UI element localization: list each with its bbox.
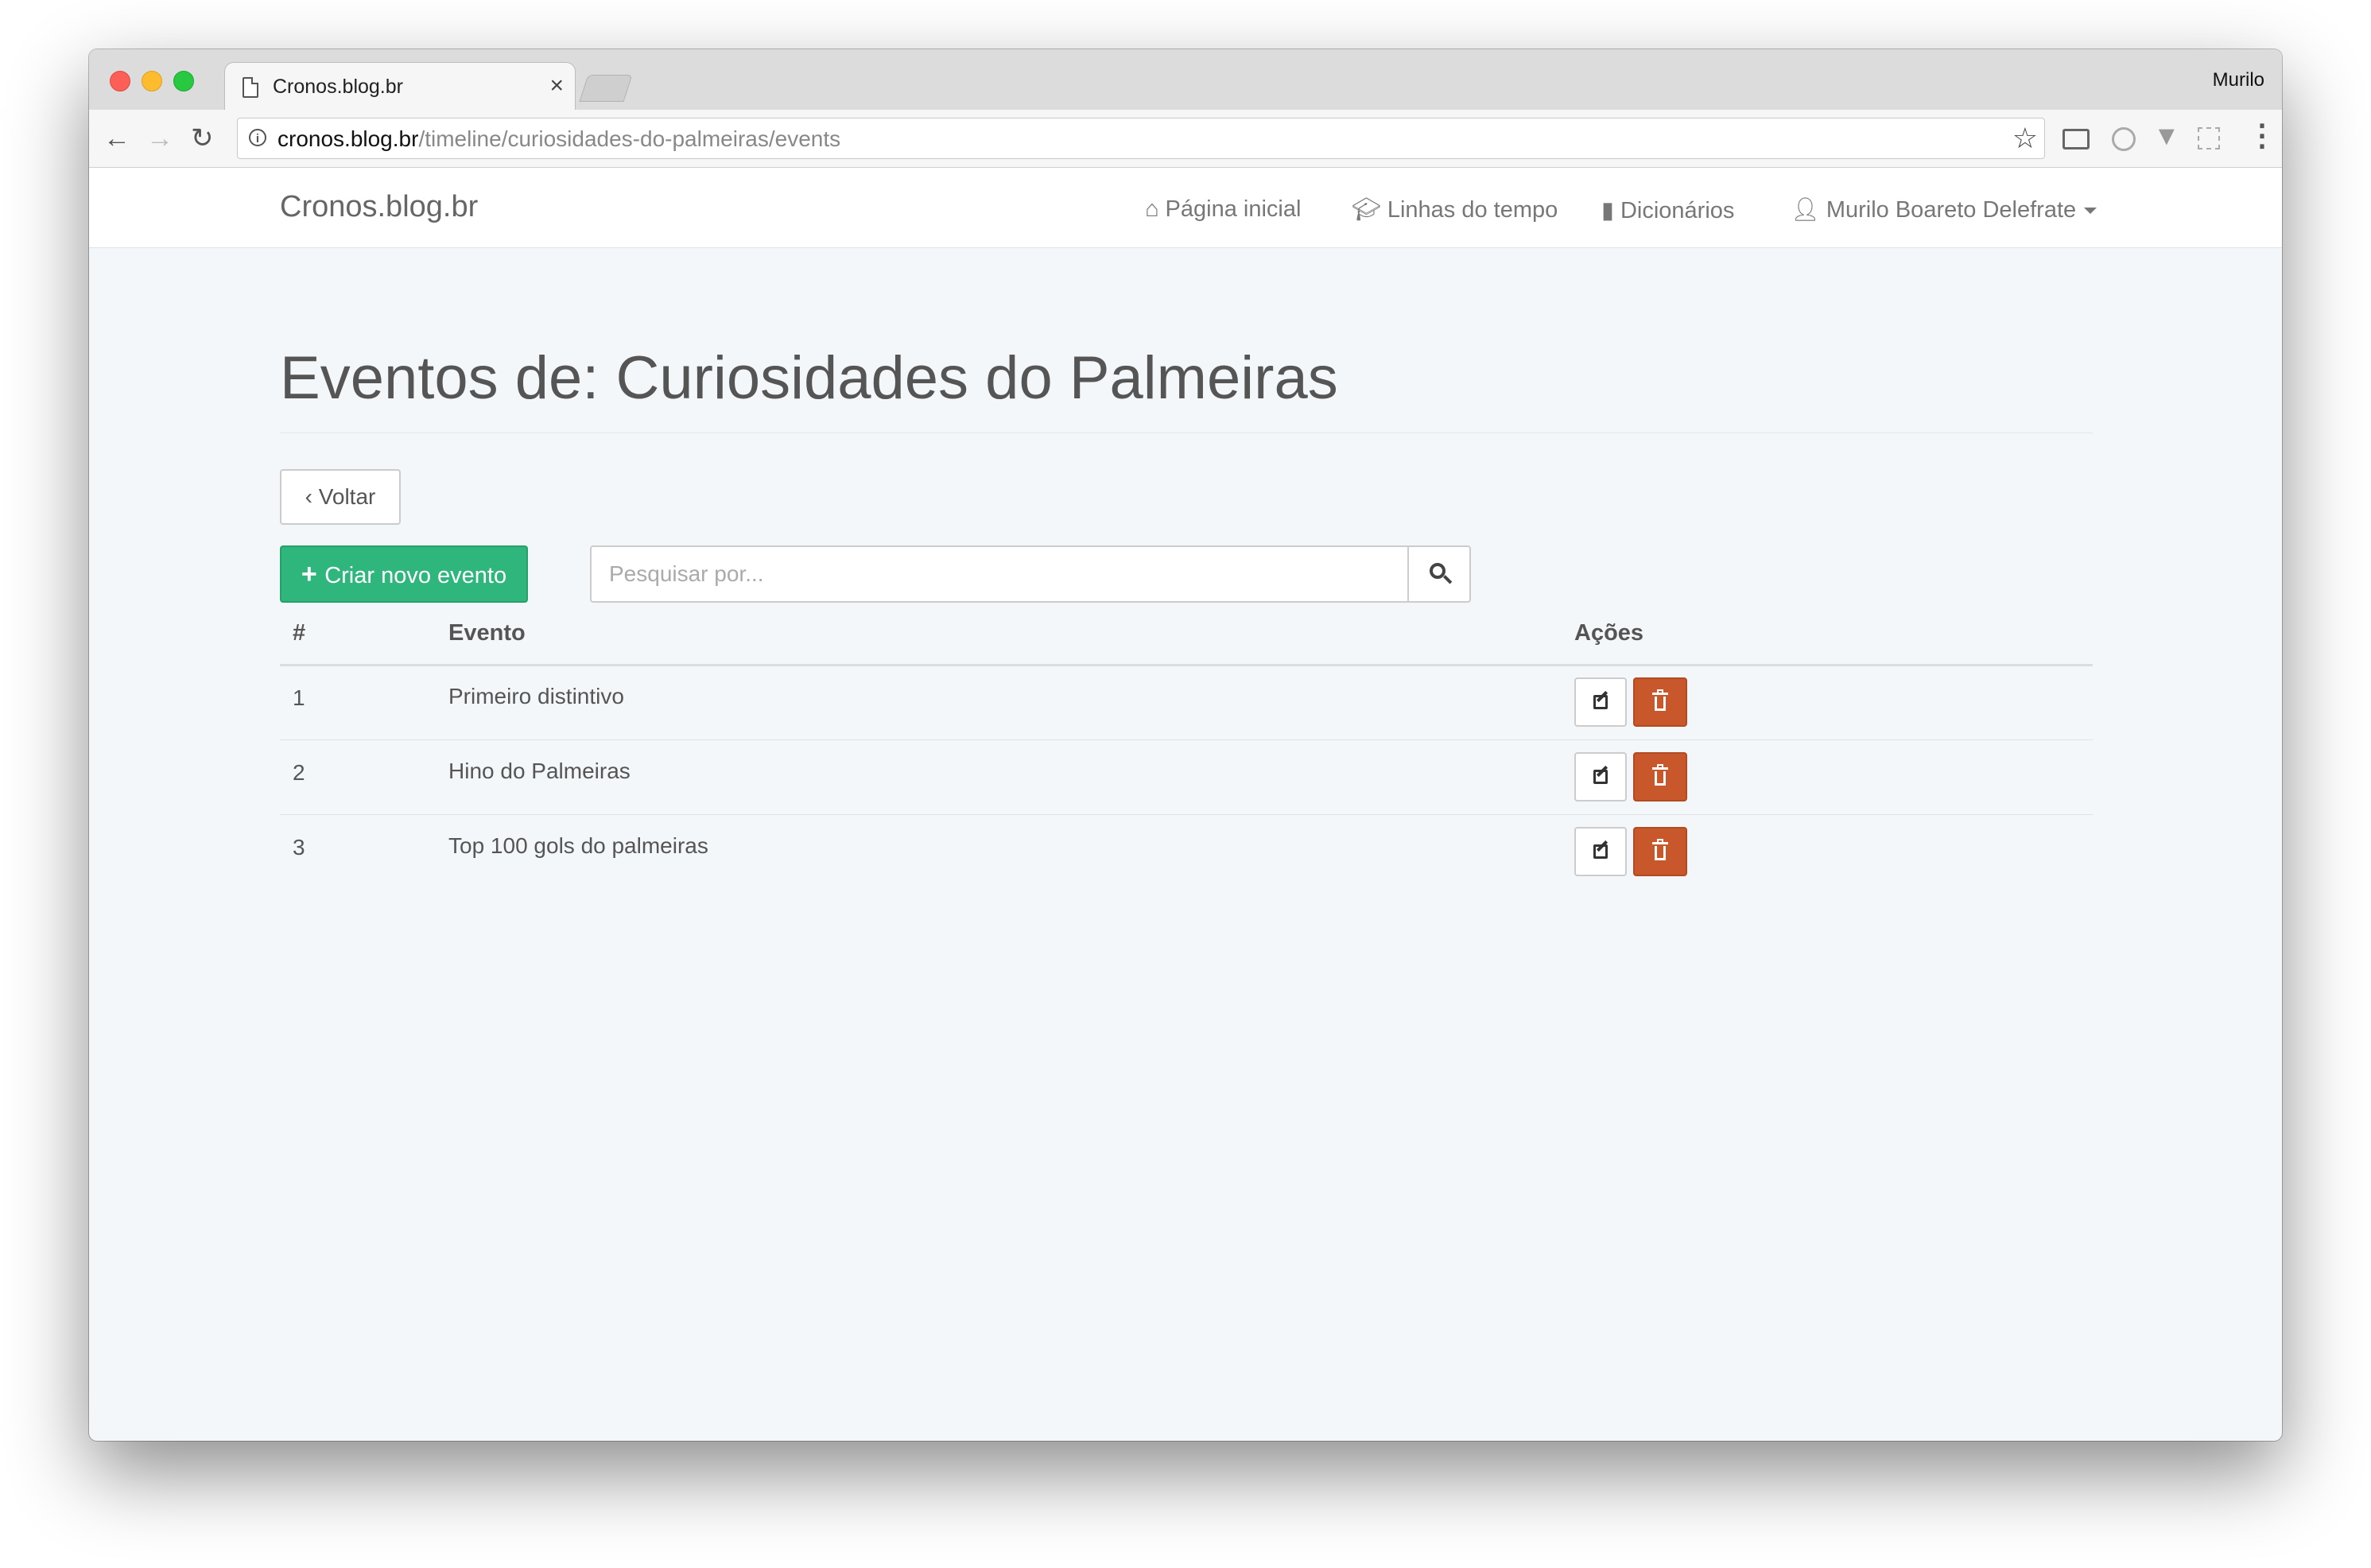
nav-dictionaries[interactable]: ▮ Dicionários: [1601, 196, 1734, 224]
nav-timelines-label: Linhas do tempo: [1387, 197, 1558, 223]
tab-title: Cronos.blog.br: [273, 76, 403, 98]
chevron-left-icon: ‹: [305, 484, 319, 509]
url-text[interactable]: cronos.blog.br/timeline/curiosidades-do-…: [277, 126, 840, 152]
row-number: 2: [293, 760, 305, 785]
row-divider: [280, 739, 2093, 740]
back-button[interactable]: ‹ Voltar: [280, 469, 401, 525]
table-header-divider: [280, 664, 2093, 666]
delete-button[interactable]: [1633, 752, 1687, 801]
trash-icon-body: [1655, 697, 1666, 711]
profile-name[interactable]: Murilo: [2213, 69, 2264, 91]
maximize-window-button[interactable]: [173, 71, 194, 91]
reload-icon[interactable]: ↻: [191, 122, 214, 154]
nav-user-dropdown[interactable]: 👤︎ Murilo Boareto Delefrate: [1791, 196, 2097, 223]
row-number: 1: [293, 685, 305, 710]
tab-strip: Cronos.blog.br × Murilo: [89, 49, 2282, 111]
cast-icon[interactable]: [2062, 129, 2090, 149]
edit-button[interactable]: [1574, 752, 1627, 801]
edit-button[interactable]: [1574, 677, 1627, 727]
back-button-label: Voltar: [318, 484, 376, 509]
new-tab-button[interactable]: [579, 75, 633, 102]
nav-home[interactable]: ⌂ Página inicial: [1145, 196, 1301, 223]
search-input[interactable]: [590, 545, 1409, 603]
plus-icon: +: [301, 559, 325, 589]
extension-grid-icon[interactable]: [2198, 127, 2220, 149]
home-icon: ⌂: [1145, 196, 1159, 222]
book-icon: ▮: [1601, 198, 1614, 223]
url-path: /timeline/curiosidades-do-palmeiras/even…: [418, 126, 841, 151]
delete-button[interactable]: [1633, 827, 1687, 876]
site-brand[interactable]: Cronos.blog.br: [280, 190, 478, 224]
back-arrow-icon[interactable]: ←: [103, 122, 130, 154]
nav-user-label: Murilo Boareto Delefrate: [1826, 197, 2077, 223]
row-event-name: Primeiro distintivo: [448, 684, 624, 708]
nav-timelines[interactable]: 🎓︎ Linhas do tempo: [1352, 196, 1558, 223]
bookmark-star-icon[interactable]: ☆: [2012, 122, 2038, 155]
minimize-window-button[interactable]: [142, 71, 162, 91]
caret-down-icon: [2084, 208, 2097, 215]
browser-toolbar: ← → ↻ i cronos.blog.br/timeline/curiosid…: [89, 110, 2282, 168]
browser-window: Cronos.blog.br × Murilo ← → ↻ i cronos.b…: [89, 49, 2282, 1441]
search-icon-handle: [1443, 575, 1453, 584]
user-icon: 👤︎: [1791, 197, 1820, 223]
document-icon: [243, 77, 258, 98]
extension-v-icon[interactable]: ▼: [2153, 121, 2180, 153]
trash-icon-body: [1655, 846, 1666, 860]
url-host: cronos.blog.br: [277, 126, 419, 151]
trash-icon: [1652, 842, 1668, 844]
close-window-button[interactable]: [110, 71, 130, 91]
address-bar[interactable]: i cronos.blog.br/timeline/curiosidades-d…: [237, 118, 2045, 159]
forward-arrow-icon[interactable]: →: [146, 122, 173, 154]
more-menu-icon[interactable]: ⋮: [2247, 118, 2277, 153]
tab-close-icon[interactable]: ×: [549, 72, 564, 99]
row-number: 3: [293, 835, 305, 860]
table-header-number: #: [293, 620, 306, 646]
search-button[interactable]: [1407, 545, 1471, 603]
page-title: Eventos de: Curiosidades do Palmeiras: [280, 344, 1338, 412]
trash-icon: [1652, 693, 1668, 695]
graduation-cap-icon: 🎓︎: [1352, 197, 1381, 223]
create-event-button[interactable]: + Criar novo evento: [280, 545, 528, 603]
trash-icon: [1652, 767, 1668, 770]
table-header-actions: Ações: [1574, 620, 1644, 646]
row-event-name: Hino do Palmeiras: [448, 759, 631, 783]
extension-ring-icon[interactable]: [2112, 127, 2136, 151]
nav-home-label: Página inicial: [1165, 196, 1302, 222]
site-navbar: Cronos.blog.br ⌂ Página inicial 🎓︎ Linhas …: [89, 168, 2282, 248]
delete-button[interactable]: [1633, 677, 1687, 727]
trash-icon-body: [1655, 771, 1666, 786]
create-event-label: Criar novo evento: [324, 563, 507, 588]
browser-tab[interactable]: Cronos.blog.br ×: [224, 62, 576, 111]
edit-button[interactable]: [1574, 827, 1627, 876]
row-event-name: Top 100 gols do palmeiras: [448, 833, 708, 858]
nav-dictionaries-label: Dicionários: [1620, 198, 1735, 223]
info-icon[interactable]: i: [249, 129, 266, 146]
row-divider: [280, 814, 2093, 815]
table-header-event: Evento: [448, 620, 526, 646]
